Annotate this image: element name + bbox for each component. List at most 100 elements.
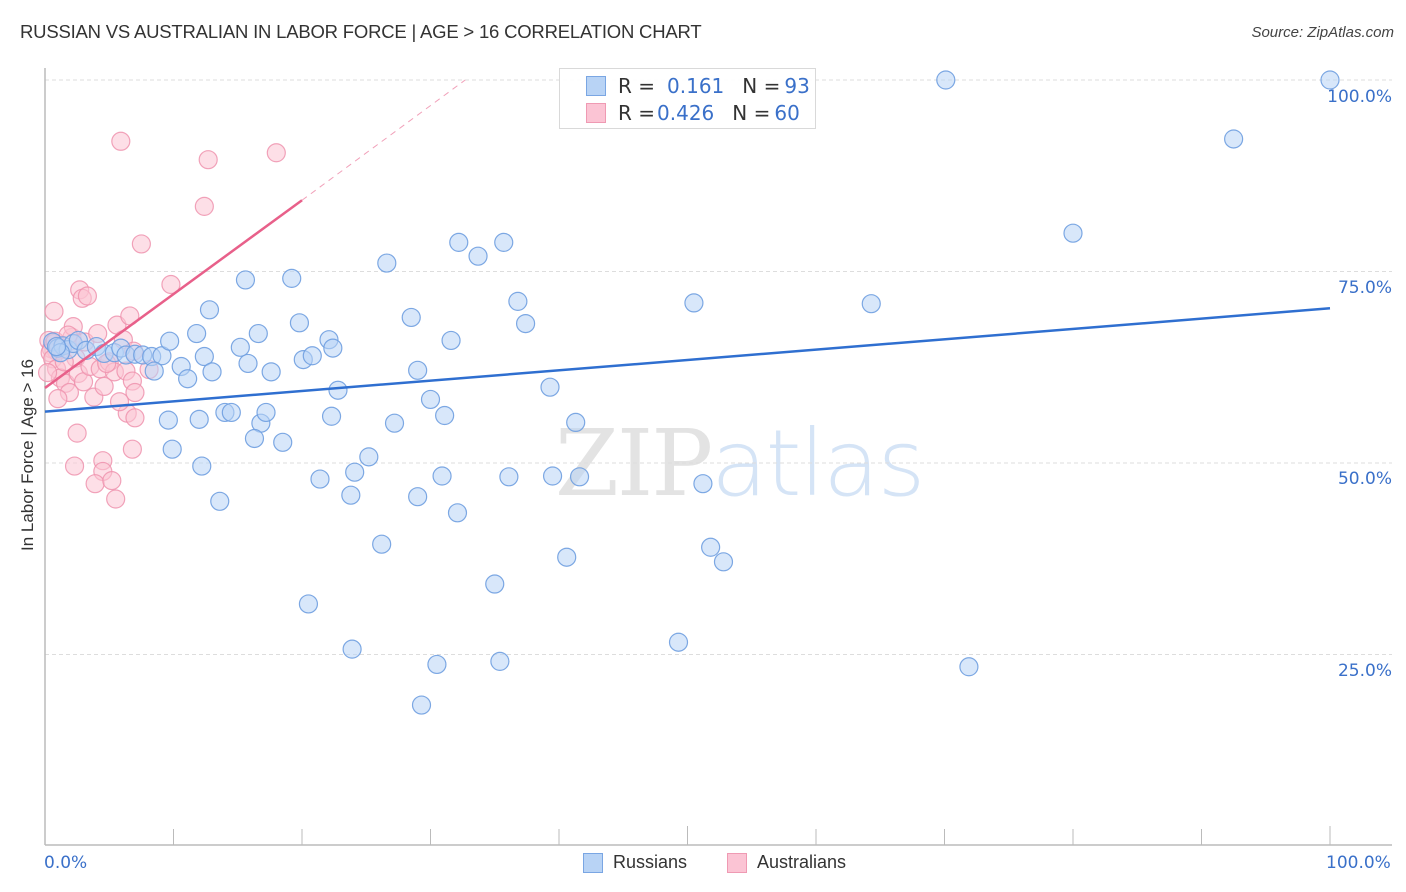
russians-point xyxy=(158,410,178,430)
y-tick-label: 50.0% xyxy=(1337,469,1392,489)
russians-point xyxy=(160,331,180,351)
russians-point xyxy=(187,323,207,344)
r-value: 0.161 xyxy=(667,74,725,98)
russians-point xyxy=(261,362,281,382)
russians-point xyxy=(1224,129,1244,149)
legend-label: Russians xyxy=(613,852,688,872)
n-value: 93 xyxy=(784,74,810,98)
australians-point xyxy=(125,408,145,428)
russians-point xyxy=(199,300,220,320)
russians-point xyxy=(323,338,343,358)
russians-point xyxy=(345,462,365,482)
russians-point xyxy=(408,360,428,380)
russians-swatch xyxy=(583,852,603,873)
australians-point xyxy=(266,143,286,163)
russians-point xyxy=(542,466,563,486)
australians-point xyxy=(67,423,87,443)
r-label: R = xyxy=(618,101,656,125)
y-tick-label: 75.0% xyxy=(1337,278,1392,298)
trend-lines xyxy=(44,79,1331,413)
russians-point xyxy=(540,377,560,397)
australians-point xyxy=(111,131,131,151)
australians-points xyxy=(37,131,286,509)
russians-point xyxy=(432,466,452,486)
russians-point xyxy=(302,346,322,366)
r-label: R = xyxy=(618,74,656,98)
n-value: 60 xyxy=(774,101,800,125)
scatter-plot xyxy=(37,68,1392,846)
australians-point xyxy=(109,392,130,412)
russians-point xyxy=(256,402,276,423)
russians-point xyxy=(178,369,198,389)
russians-point xyxy=(485,574,505,594)
russians-point xyxy=(515,313,536,334)
australians-point xyxy=(85,474,105,494)
russians-point xyxy=(238,353,258,374)
series-legend: Russians Australians xyxy=(0,852,1406,876)
russians-point xyxy=(298,594,319,614)
russians-point xyxy=(1063,223,1083,243)
australians-point xyxy=(77,286,98,306)
australians-point xyxy=(64,456,85,476)
stats-legend-row-australians: R = 0.426 N = 60 xyxy=(586,101,800,125)
russians-swatch xyxy=(586,76,606,96)
australians-point xyxy=(122,439,142,459)
n-label: N = xyxy=(732,101,771,125)
australians-point xyxy=(198,150,218,170)
russians-point xyxy=(411,695,432,715)
russians-points xyxy=(43,70,1340,715)
russians-point xyxy=(566,412,586,433)
russians-point xyxy=(668,632,689,652)
russians-point xyxy=(235,270,256,290)
russians-point xyxy=(449,232,469,252)
russians-point xyxy=(192,456,212,476)
russians-point xyxy=(936,70,956,90)
russians-point xyxy=(289,313,310,333)
russians-point xyxy=(221,402,241,423)
russians-point xyxy=(189,409,209,429)
russians-point xyxy=(210,491,230,511)
russians-point xyxy=(684,293,704,313)
russians-point xyxy=(341,485,361,505)
australians-point xyxy=(106,489,126,509)
russians-point xyxy=(427,654,447,675)
russians-point xyxy=(401,307,421,328)
russians-point xyxy=(328,380,348,400)
russians-point xyxy=(377,253,397,273)
russians-point xyxy=(248,323,268,344)
y-tick-label: 25.0% xyxy=(1337,661,1392,681)
australians-trend-extension xyxy=(301,79,466,201)
russians-point xyxy=(490,651,510,671)
legend-item-russians[interactable]: Russians xyxy=(583,852,687,873)
russians-point xyxy=(693,474,713,494)
russians-point xyxy=(441,330,461,351)
russians-point xyxy=(310,469,330,489)
russians-point xyxy=(144,361,164,381)
russians-point xyxy=(46,336,67,357)
russians-point xyxy=(282,268,302,288)
russians-point xyxy=(701,537,721,557)
russians-point xyxy=(959,657,979,677)
russians-point xyxy=(569,467,590,487)
stats-legend-row-russians: R = 0.161 N = 93 xyxy=(586,74,810,98)
axes xyxy=(44,68,1392,846)
russians-point xyxy=(202,362,222,382)
y-tick-label: 100.0% xyxy=(1327,87,1392,107)
n-label: N = xyxy=(742,74,781,98)
australians-point xyxy=(102,471,122,491)
russians-point xyxy=(468,246,488,266)
russians-point xyxy=(384,413,405,433)
r-value: 0.426 xyxy=(657,101,715,125)
legend-label: Australians xyxy=(757,852,847,872)
russians-point xyxy=(342,639,362,659)
russians-point xyxy=(372,534,392,554)
russians-point xyxy=(408,487,428,507)
russians-point xyxy=(435,405,455,426)
russians-point xyxy=(420,389,441,410)
legend-item-australians[interactable]: Australians xyxy=(727,852,846,873)
russians-point xyxy=(499,467,519,487)
russians-point xyxy=(359,447,379,467)
russians-point xyxy=(321,406,342,426)
australians-swatch xyxy=(586,103,606,123)
australians-point xyxy=(194,196,214,216)
